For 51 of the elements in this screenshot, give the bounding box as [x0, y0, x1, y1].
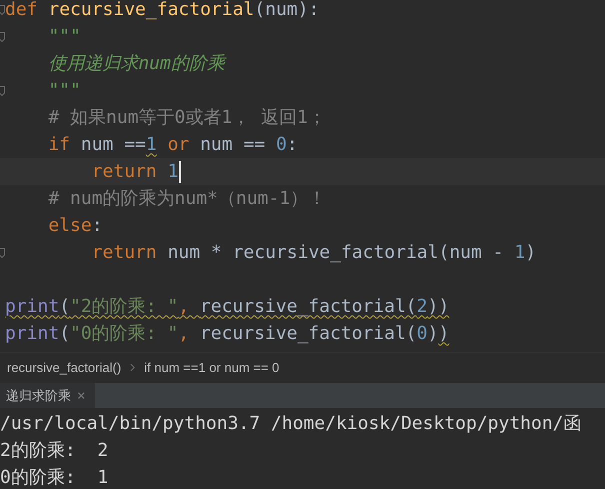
breadcrumb-item[interactable]: if num ==1 or num == 0 — [144, 360, 280, 374]
console-output-line: /usr/local/bin/python3.7 /home/kiosk/Desktop/python/函 — [0, 412, 583, 436]
code-token: else — [47, 214, 92, 236]
code-token: def — [5, 0, 39, 20]
console-output-line: 0的阶乘: 1 — [0, 466, 110, 489]
code-token: recursive_factorial — [48, 0, 254, 20]
code-token: ) — [438, 322, 450, 344]
code-token: ( — [59, 322, 70, 344]
fold-marker-icon[interactable] — [0, 4, 5, 14]
code-token: return — [90, 242, 158, 264]
code-token: 1 — [168, 160, 178, 182]
code-token: num == — [200, 134, 266, 156]
code-token: num == — [80, 134, 146, 156]
code-token: or — [166, 134, 190, 156]
breadcrumb-item[interactable]: recursive_factorial() — [7, 360, 122, 374]
code-token: )) — [428, 296, 450, 318]
code-token: recursive_factorial( — [200, 322, 417, 344]
code-token: # num的阶乘为num*（num-1）！ — [47, 188, 326, 210]
code-token: print — [5, 322, 60, 344]
code-token: , — [178, 322, 190, 344]
code-token: 1 — [146, 134, 157, 156]
text-cursor — [179, 160, 182, 182]
fold-marker-icon[interactable] — [0, 86, 5, 96]
code-token: """ — [47, 26, 81, 48]
code-token: : — [92, 214, 103, 236]
chevron-icon — [130, 362, 136, 372]
fold-marker-icon[interactable] — [0, 248, 5, 258]
fold-marker-icon[interactable] — [0, 32, 5, 42]
code-token: (num): — [254, 0, 320, 20]
code-token: "0的阶乘: " — [70, 322, 178, 344]
code-token: : — [286, 134, 298, 156]
code-token: print — [5, 296, 60, 318]
code-token: recursive_factorial( — [200, 296, 417, 318]
tab-label: 递归求阶乘 — [6, 388, 71, 404]
code-token: ) — [525, 242, 536, 264]
code-token: 使用递归求num的阶乘 — [47, 52, 225, 74]
code-token: 2 — [416, 296, 428, 318]
code-token: 0 — [416, 322, 428, 344]
code-token: return — [90, 160, 158, 182]
code-token: ) — [428, 322, 438, 344]
code-token: ( — [59, 296, 70, 318]
console-output-line: 2的阶乘: 2 — [0, 439, 110, 463]
code-token: , — [178, 296, 190, 318]
code-token: 0 — [276, 134, 287, 156]
code-token: # 如果num等于0或者1， 返回1； — [47, 106, 326, 128]
run-tab[interactable]: 递归求阶乘 × — [0, 383, 96, 408]
code-token: num * recursive_factorial(num - — [168, 242, 505, 264]
code-token: """ — [47, 80, 81, 102]
code-token: if — [47, 134, 72, 156]
code-token: 1 — [514, 242, 526, 264]
code-token: "2的阶乘: " — [70, 296, 178, 318]
